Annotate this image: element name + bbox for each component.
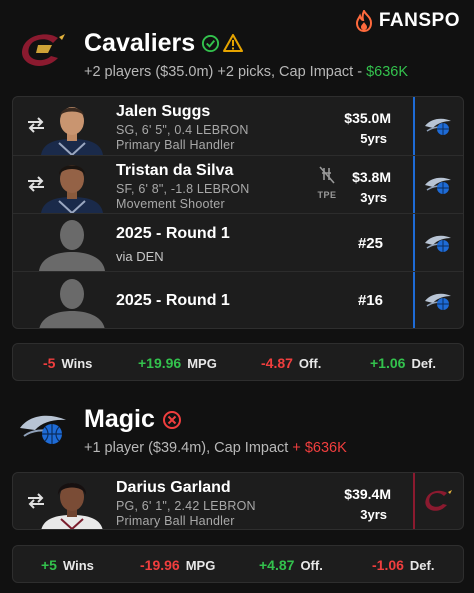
- fanspo-brand: FANSPO: [355, 10, 460, 32]
- tpe-label: TPE: [317, 190, 337, 200]
- player-row-darius-garland[interactable]: Darius Garland PG, 6' 1", 2.42 LEBRON Pr…: [13, 473, 463, 529]
- from-team-bar: [413, 272, 415, 328]
- pick-number: #25: [357, 235, 383, 252]
- stat-def: +1.06 Def.: [370, 355, 436, 371]
- stat-mpg-value: +19.96: [138, 355, 182, 371]
- stat-wins: -5 Wins: [43, 355, 92, 371]
- stat-off-label: Off.: [298, 356, 322, 371]
- stat-off-value: +4.87: [259, 557, 295, 573]
- cavaliers-summary: +2 players ($35.0m) +2 picks, Cap Impact…: [84, 64, 408, 80]
- stat-wins-label: Wins: [62, 558, 94, 573]
- pick-row-16[interactable]: 2025 - Round 1 #16: [13, 271, 463, 328]
- cavaliers-logo: [21, 34, 65, 66]
- player-salary: $3.8M: [352, 169, 391, 185]
- stat-off: -4.87 Off.: [261, 355, 321, 371]
- magic-cap-impact: + $636K: [292, 440, 347, 456]
- cavaliers-incoming-card: Jalen Suggs SG, 6' 5", 0.4 LEBRON Primar…: [12, 96, 464, 329]
- player-contract-years: 3yrs: [360, 190, 387, 205]
- magic-logo: [425, 235, 451, 252]
- magic-logo: [425, 118, 451, 135]
- brand-name: FANSPO: [378, 10, 460, 31]
- player-name: Jalen Suggs: [116, 103, 211, 120]
- stat-def: -1.06 Def.: [372, 557, 434, 573]
- draft-pick-silhouette: [39, 220, 105, 271]
- stat-wins-value: -5: [43, 355, 56, 371]
- stat-mpg: +19.96 MPG: [138, 355, 217, 371]
- pick-label: 2025 - Round 1: [116, 292, 230, 309]
- draft-pick-silhouette: [39, 279, 105, 328]
- stat-off-label: Off.: [300, 558, 323, 573]
- stat-def-value: -1.06: [372, 557, 404, 573]
- magic-logo: [20, 415, 66, 444]
- player-name: Tristan da Silva: [116, 162, 234, 179]
- player-role: Primary Ball Handler: [116, 138, 235, 152]
- player-row-jalen-suggs[interactable]: Jalen Suggs SG, 6' 5", 0.4 LEBRON Primar…: [13, 97, 463, 155]
- player-role: Primary Ball Handler: [116, 514, 235, 528]
- check-circle-icon: [201, 34, 220, 53]
- stat-wins-label: Wins: [61, 356, 93, 371]
- pick-number: #16: [357, 292, 383, 309]
- magic-logo: [425, 177, 451, 194]
- from-team-bar: [413, 214, 415, 272]
- player-row-tristan-da-silva[interactable]: Tristan da Silva SF, 6' 8", -1.8 LEBRON …: [13, 155, 463, 214]
- player-details: SG, 6' 5", 0.4 LEBRON: [116, 123, 249, 137]
- pick-label: 2025 - Round 1: [116, 225, 230, 242]
- pick-via: via DEN: [116, 249, 164, 264]
- cavaliers-team-name: Cavaliers: [84, 29, 196, 57]
- player-details: PG, 6' 1", 2.42 LEBRON: [116, 499, 256, 513]
- stat-mpg-label: MPG: [185, 558, 216, 573]
- magic-summary: +1 player ($39.4m), Cap Impact + $636K: [84, 440, 347, 456]
- player-photo-jalen-suggs: [41, 107, 103, 155]
- stat-mpg-label: MPG: [187, 356, 217, 371]
- error-circle-icon: [163, 411, 181, 429]
- cavaliers-logo: [425, 490, 452, 511]
- player-role: Movement Shooter: [116, 197, 225, 211]
- magic-team-name: Magic: [84, 405, 155, 433]
- pick-row-25[interactable]: 2025 - Round 1 via DEN #25: [13, 213, 463, 272]
- player-contract-years: 5yrs: [360, 131, 387, 146]
- stat-off: +4.87 Off.: [259, 557, 323, 573]
- stat-def-value: +1.06: [370, 355, 406, 371]
- player-details: SF, 6' 8", -1.8 LEBRON: [116, 182, 250, 196]
- warning-triangle-icon: [223, 34, 243, 52]
- magic-logo: [425, 293, 451, 310]
- player-photo-darius-garland: [41, 483, 103, 529]
- magic-incoming-card: Darius Garland PG, 6' 1", 2.42 LEBRON Pr…: [12, 472, 464, 530]
- player-name: Darius Garland: [116, 479, 231, 496]
- cavaliers-stats-bar: -5 Wins +19.96 MPG -4.87 Off. +1.06 Def.: [12, 343, 464, 381]
- tpe-no-exception-icon: [319, 166, 335, 184]
- cavaliers-summary-text: +2 players ($35.0m) +2 picks, Cap Impact…: [84, 64, 367, 80]
- player-salary: $39.4M: [344, 486, 391, 502]
- magic-summary-text: +1 player ($39.4m), Cap Impact: [84, 440, 293, 456]
- stat-off-value: -4.87: [261, 355, 293, 371]
- stat-def-label: Def.: [411, 356, 436, 371]
- from-team-bar: [413, 97, 415, 155]
- stat-mpg: -19.96 MPG: [140, 557, 215, 573]
- player-photo-tristan-da-silva: [41, 165, 103, 213]
- fanspo-flame-icon: [355, 10, 372, 32]
- stat-wins-value: +5: [41, 557, 57, 573]
- from-team-bar: [413, 473, 415, 529]
- stat-wins: +5 Wins: [41, 557, 94, 573]
- player-salary: $35.0M: [344, 110, 391, 126]
- tpe-indicator[interactable]: TPE: [313, 165, 341, 200]
- stat-def-label: Def.: [409, 558, 435, 573]
- stat-mpg-value: -19.96: [140, 557, 180, 573]
- player-contract-years: 3yrs: [360, 507, 387, 522]
- from-team-bar: [413, 156, 415, 214]
- magic-stats-bar: +5 Wins -19.96 MPG +4.87 Off. -1.06 Def.: [12, 545, 464, 583]
- cavaliers-cap-impact: $636K: [366, 64, 409, 80]
